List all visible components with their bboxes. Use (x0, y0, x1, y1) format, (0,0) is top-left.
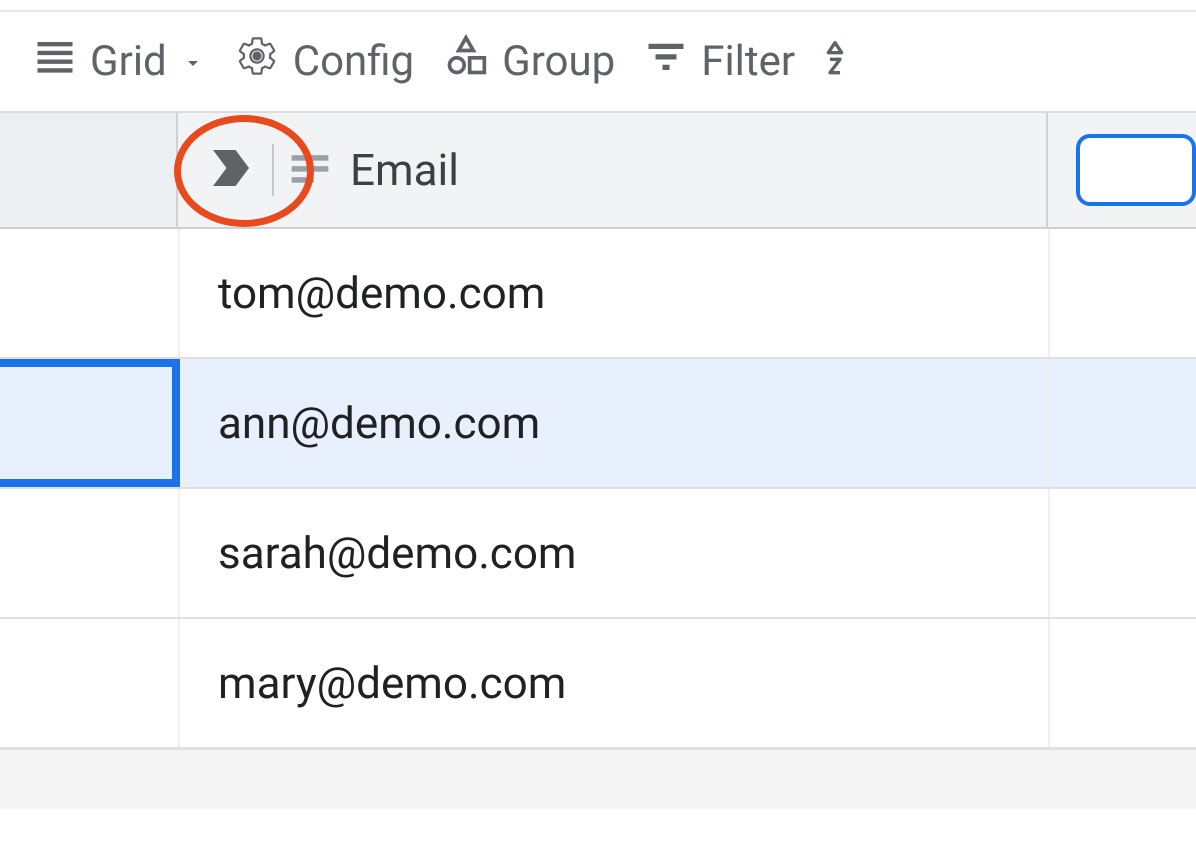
config-label: Config (293, 37, 414, 86)
email-value: sarah@demo.com (218, 527, 577, 579)
row-handle[interactable] (0, 359, 180, 487)
table-footer (0, 749, 1196, 809)
email-cell[interactable]: ann@demo.com (180, 359, 1050, 487)
config-button[interactable]: Config (223, 30, 426, 93)
active-cell-outline[interactable] (1076, 134, 1196, 206)
next-column-header[interactable] (1048, 113, 1196, 227)
email-value: tom@demo.com (218, 267, 545, 319)
next-cell[interactable] (1050, 229, 1196, 357)
email-cell[interactable]: mary@demo.com (180, 619, 1050, 747)
table-row[interactable]: tom@demo.com (0, 229, 1196, 359)
row-number-header[interactable] (0, 113, 178, 227)
row-handle[interactable] (0, 489, 180, 617)
next-cell[interactable] (1050, 489, 1196, 617)
caret-down-icon (181, 37, 205, 86)
table-row[interactable]: ann@demo.com (0, 359, 1196, 489)
email-value: ann@demo.com (218, 397, 540, 449)
grid-label: Grid (90, 37, 167, 86)
next-cell[interactable] (1050, 359, 1196, 487)
expand-column-icon[interactable] (204, 141, 258, 199)
grid-view-button[interactable]: Grid (22, 31, 217, 92)
group-label: Group (502, 37, 615, 86)
divider (272, 144, 274, 196)
list-icon (34, 35, 76, 88)
row-handle[interactable] (0, 619, 180, 747)
filter-button[interactable]: Filter (633, 31, 807, 92)
group-button[interactable]: Group (432, 30, 627, 93)
shapes-icon (444, 34, 488, 89)
table-row[interactable]: sarah@demo.com (0, 489, 1196, 619)
data-table: Email tom@demo.com ann@demo.com sarah@de… (0, 113, 1196, 809)
email-value: mary@demo.com (218, 657, 566, 709)
sort-button-partial[interactable] (813, 30, 865, 93)
table-row[interactable]: mary@demo.com (0, 619, 1196, 749)
email-cell[interactable]: sarah@demo.com (180, 489, 1050, 617)
row-handle[interactable] (0, 229, 180, 357)
text-field-icon (288, 146, 332, 194)
gear-icon (235, 34, 279, 89)
filter-label: Filter (701, 37, 795, 86)
table-header-row: Email (0, 113, 1196, 229)
toolbar: Grid Config Group (0, 12, 1196, 113)
next-cell[interactable] (1050, 619, 1196, 747)
email-column-header[interactable]: Email (178, 113, 1048, 227)
column-header-label: Email (350, 144, 459, 196)
sort-icon (825, 34, 865, 89)
filter-icon (645, 35, 687, 88)
email-cell[interactable]: tom@demo.com (180, 229, 1050, 357)
